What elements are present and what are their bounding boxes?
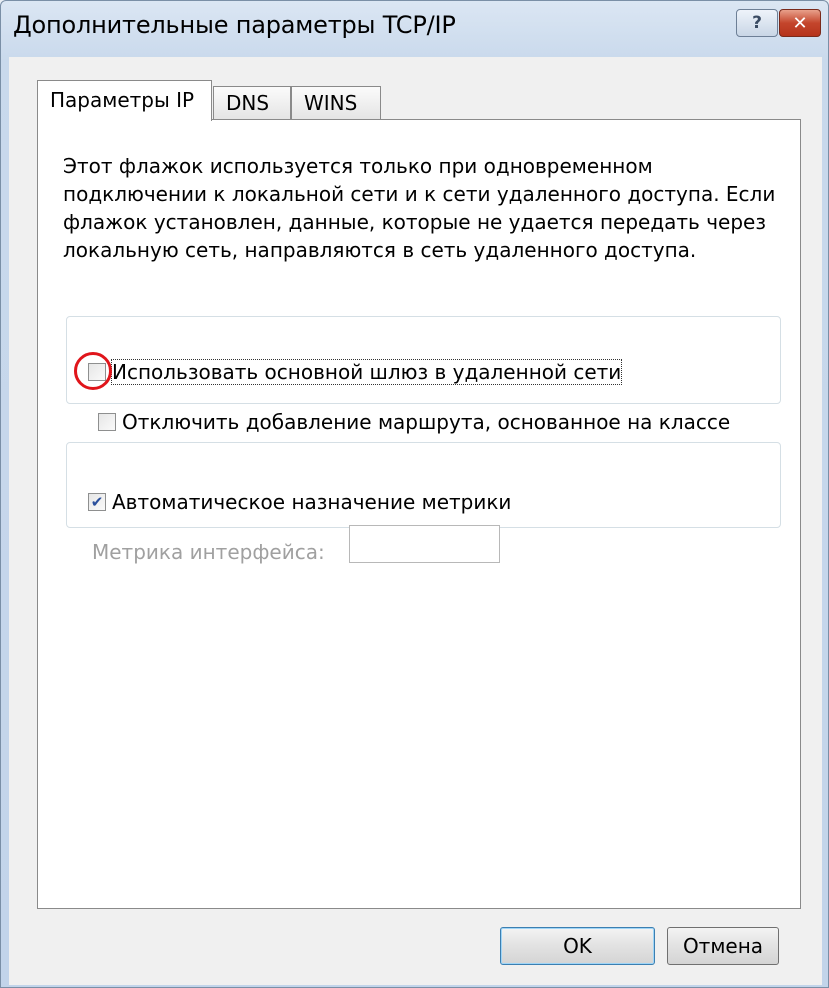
tab-ip-settings[interactable]: Параметры IP <box>37 80 212 121</box>
dialog-client-area: Параметры IP DNS WINS Этот флажок исполь… <box>9 57 822 985</box>
interface-metric-label: Метрика интерфейса: <box>92 540 325 564</box>
help-button[interactable]: ? <box>736 9 778 37</box>
auto-metric-checkbox[interactable]: ✔ <box>88 493 106 511</box>
tab-panel-ip-settings: Этот флажок используется только при одно… <box>37 119 801 909</box>
use-default-gateway-option[interactable]: Использовать основной шлюз в удаленной с… <box>88 359 628 385</box>
close-icon: ✕ <box>792 12 808 34</box>
auto-metric-option[interactable]: ✔ Автоматическое назначение метрики <box>88 490 522 514</box>
auto-metric-label[interactable]: Автоматическое назначение метрики <box>112 490 511 514</box>
cancel-button[interactable]: Отмена <box>667 927 779 965</box>
dialog-title: Дополнительные параметры TCP/IP <box>13 11 456 39</box>
use-default-gateway-checkbox[interactable] <box>88 363 106 381</box>
description-text: Этот флажок используется только при одно… <box>63 154 776 262</box>
disable-class-route-label[interactable]: Отключить добавление маршрута, основанно… <box>122 410 730 434</box>
close-button[interactable]: ✕ <box>779 9 821 37</box>
tab-dns[interactable]: DNS <box>213 86 291 120</box>
disable-class-route-checkbox[interactable] <box>98 413 116 431</box>
checkmark-icon: ✔ <box>90 492 104 511</box>
disable-class-route-option[interactable]: Отключить добавление маршрута, основанно… <box>98 410 731 434</box>
help-icon: ? <box>752 13 762 33</box>
metric-groupbox <box>66 442 781 528</box>
use-default-gateway-label[interactable]: Использовать основной шлюз в удаленной с… <box>110 359 623 385</box>
ok-button[interactable]: OK <box>500 927 655 965</box>
interface-metric-input[interactable] <box>349 525 500 563</box>
tab-strip: Параметры IP DNS WINS <box>37 80 797 121</box>
dialog-window: Дополнительные параметры TCP/IP ? ✕ Пара… <box>0 0 829 988</box>
title-bar[interactable]: Дополнительные параметры TCP/IP ? ✕ <box>1 1 828 57</box>
tab-wins[interactable]: WINS <box>291 86 381 120</box>
